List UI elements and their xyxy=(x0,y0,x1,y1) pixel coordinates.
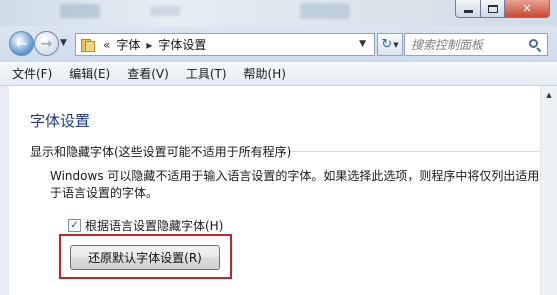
forward-arrow-icon: → xyxy=(40,35,53,52)
back-arrow-icon: ← xyxy=(15,35,28,52)
hide-fonts-option[interactable]: ✓ 根据语言设置隐藏字体(H) xyxy=(68,217,223,234)
vertical-scrollbar[interactable] xyxy=(540,86,557,295)
menu-edit[interactable]: 编辑(E) xyxy=(69,65,110,82)
maximize-button[interactable] xyxy=(480,0,505,18)
maximize-icon xyxy=(487,4,498,13)
breadcrumb-overflow[interactable]: « xyxy=(103,38,110,52)
minimize-icon xyxy=(463,10,473,13)
description-text: Windows 可以隐藏不适用于输入语言设置的字体。如果选择此选项，则程序中将仅… xyxy=(50,169,540,200)
blurred-background xyxy=(150,6,180,16)
menu-tools[interactable]: 工具(T) xyxy=(186,65,227,82)
close-button[interactable]: ✕ xyxy=(504,0,550,18)
minimize-button[interactable] xyxy=(455,0,481,18)
refresh-button[interactable]: ↻ ▼ xyxy=(377,33,403,56)
scroll-up-icon[interactable]: ▲ xyxy=(541,86,557,103)
breadcrumb-fonts[interactable]: 字体 xyxy=(116,36,140,53)
search-input[interactable] xyxy=(411,37,529,52)
checkmark-icon: ✓ xyxy=(70,219,79,231)
address-bar[interactable]: « 字体 ▸ 字体设置 ▼ xyxy=(75,33,375,56)
breadcrumb-separator-icon[interactable]: ▸ xyxy=(146,38,152,52)
page-title: 字体设置 xyxy=(30,112,91,130)
group-header: 显示和隐藏字体(这些设置可能不适用于所有程序) xyxy=(30,145,292,159)
refresh-icon: ↻ xyxy=(381,37,393,52)
refresh-dropdown-icon: ▼ xyxy=(393,40,399,49)
fonts-folder-icon xyxy=(81,38,97,52)
navigation-bar: ← → ▼ « 字体 ▸ 字体设置 ▼ ↻ ▼ xyxy=(0,26,557,62)
menu-help[interactable]: 帮助(H) xyxy=(244,65,286,82)
hide-fonts-checkbox[interactable]: ✓ xyxy=(68,219,81,232)
title-bar: ✕ xyxy=(0,0,557,26)
menu-bar: 文件(F) 编辑(E) 查看(V) 工具(T) 帮助(H) xyxy=(0,62,557,86)
address-dropdown-icon[interactable]: ▼ xyxy=(359,39,366,49)
restore-default-font-settings-button[interactable]: 还原默认字体设置(R) xyxy=(70,245,220,270)
hide-fonts-label[interactable]: 根据语言设置隐藏字体(H) xyxy=(85,217,223,234)
breadcrumb-font-settings[interactable]: 字体设置 xyxy=(158,36,206,53)
back-button[interactable]: ← xyxy=(9,31,34,56)
content-pane: 字体设置 显示和隐藏字体(这些设置可能不适用于所有程序) Windows 可以隐… xyxy=(0,86,541,295)
search-box[interactable] xyxy=(404,33,548,56)
menu-view[interactable]: 查看(V) xyxy=(127,65,169,82)
forward-button[interactable]: → xyxy=(34,31,59,56)
search-icon[interactable] xyxy=(529,38,542,52)
blurred-background xyxy=(300,3,350,19)
recent-pages-dropdown[interactable]: ▼ xyxy=(60,38,67,48)
blurred-background xyxy=(60,4,100,18)
menu-file[interactable]: 文件(F) xyxy=(12,65,52,82)
close-icon: ✕ xyxy=(522,2,532,15)
group-divider xyxy=(291,151,541,152)
